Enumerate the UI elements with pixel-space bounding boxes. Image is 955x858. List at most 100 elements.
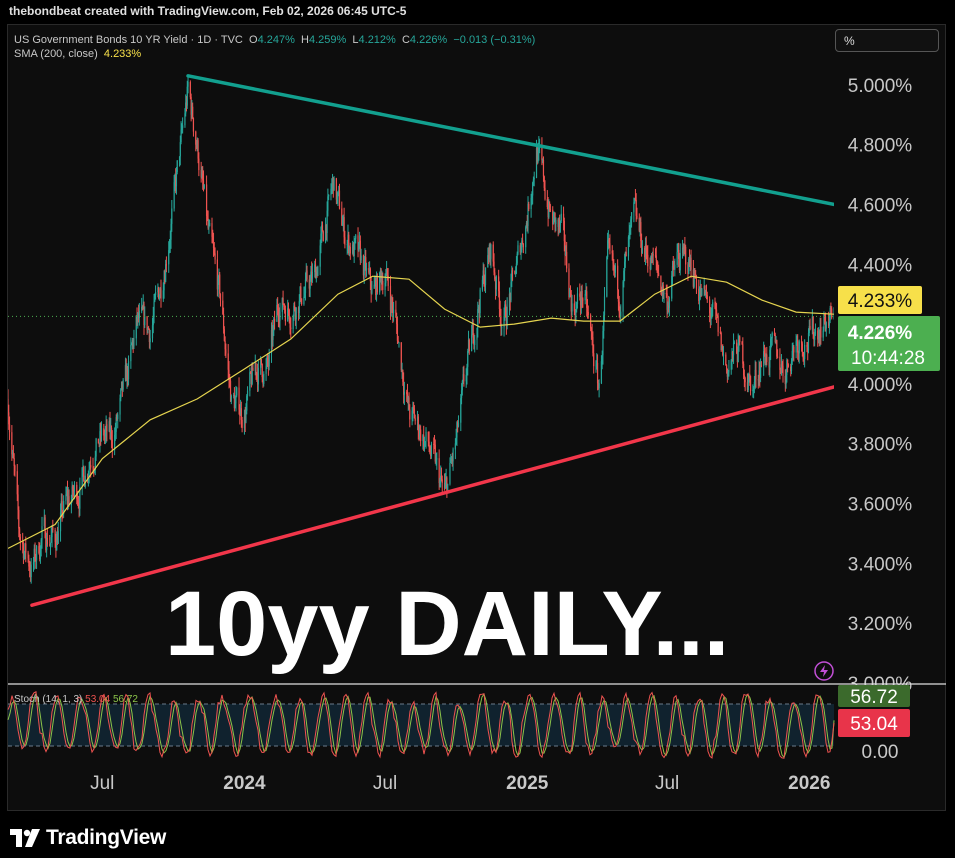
stoch-d-value: 56.72 — [112, 694, 138, 705]
candle-body — [414, 418, 416, 421]
candle-body — [452, 449, 454, 462]
candle-body — [490, 244, 492, 259]
candle-body — [593, 353, 595, 367]
candle-body — [225, 349, 227, 354]
candle-body — [576, 293, 579, 304]
candle-body — [14, 465, 16, 472]
candle-body — [525, 227, 527, 248]
candle-body — [606, 257, 608, 297]
candle-body — [236, 387, 238, 396]
candle-body — [715, 309, 718, 316]
candle-body — [360, 255, 362, 261]
candle-body — [300, 286, 302, 299]
candle-body — [695, 278, 698, 289]
candle-body — [282, 297, 284, 305]
candle-body — [317, 266, 319, 276]
candle-body — [260, 359, 263, 364]
candle-body — [655, 255, 657, 261]
tradingview-logo[interactable]: TradingView — [10, 826, 166, 850]
x-tick-label: 2025 — [506, 773, 549, 794]
legend-change: −0.013 (−0.31%) — [453, 34, 536, 46]
candle-body — [304, 279, 307, 293]
candle-body — [457, 422, 460, 427]
candle-body — [544, 187, 546, 200]
y-tick-label: 3.400% — [848, 554, 913, 575]
candle-body — [749, 375, 752, 392]
candle-body — [309, 281, 311, 289]
candle-body — [154, 292, 157, 296]
candle-body — [257, 367, 259, 385]
candle-body — [782, 365, 784, 376]
candle-body — [25, 543, 27, 553]
x-axis: Jul 2024 Jul 2025 Jul 2026 — [90, 773, 830, 794]
stoch-legend: Stoch (14, 1, 3) 53.04 56.72 — [14, 693, 138, 707]
candle-body — [787, 364, 790, 367]
candle-body — [793, 346, 795, 353]
candle-body — [19, 537, 21, 541]
candle-body — [463, 374, 465, 382]
candles-layer — [8, 76, 834, 584]
legend-high-value: 4.259% — [308, 34, 347, 46]
candle-body — [403, 391, 405, 395]
candle-body — [255, 363, 257, 374]
candle-body — [798, 341, 800, 354]
candle-body — [219, 274, 221, 294]
y-tick-label: 5.000% — [848, 76, 913, 97]
candle-body — [171, 208, 173, 224]
stoch-zero-tick: 0.00 — [862, 742, 899, 763]
candle-body — [144, 316, 146, 326]
candle-body — [814, 330, 817, 335]
candle-body — [566, 251, 568, 269]
candle-body — [311, 271, 314, 279]
legend-open-value: 4.247% — [257, 34, 295, 46]
y-tick-label: 4.400% — [848, 255, 913, 276]
candle-body — [467, 350, 469, 367]
candle-body — [511, 270, 514, 272]
candle-body — [52, 526, 54, 530]
scale-mode-button[interactable]: % — [835, 29, 939, 52]
candle-body — [252, 367, 254, 371]
candle-body — [18, 509, 20, 529]
candle-body — [739, 336, 741, 343]
candle-body — [176, 160, 178, 172]
candle-body — [598, 383, 600, 389]
candle-body — [809, 325, 811, 330]
candle-body — [449, 462, 451, 484]
candle-body — [88, 469, 90, 476]
legend-close-label: C — [401, 34, 410, 46]
last-price-badge-text: 4.226% — [848, 323, 913, 344]
y-tick-label: 3.600% — [848, 495, 913, 516]
candle-body — [209, 223, 211, 227]
stoch-pane: 0.00 — [7, 683, 946, 763]
candle-body — [203, 184, 205, 189]
candle-body — [625, 251, 627, 257]
candle-body — [365, 268, 368, 271]
candle-body — [712, 302, 714, 308]
candle-body — [471, 334, 473, 352]
candle-body — [825, 322, 827, 329]
candle-body — [30, 564, 32, 578]
candle-body — [138, 311, 140, 319]
price-chart[interactable]: 3.000%3.200%3.400%3.600%3.800%4.000%4.20… — [0, 0, 955, 812]
candle-body — [230, 395, 232, 402]
lightning-icon[interactable] — [814, 661, 834, 681]
candle-body — [49, 542, 52, 546]
candle-body — [187, 82, 189, 87]
candle-body — [295, 307, 297, 320]
candle-body — [820, 326, 822, 338]
candle-body — [430, 443, 433, 457]
legend-symbol: US Government Bonds 10 YR Yield · 1D · T… — [14, 34, 243, 46]
candle-body — [674, 264, 676, 270]
y-axis: 3.000%3.200%3.400%3.600%3.800%4.000%4.20… — [848, 76, 913, 695]
candle-body — [522, 243, 524, 248]
candle-body — [349, 246, 351, 254]
candle-body — [603, 296, 606, 316]
candle-body — [804, 344, 806, 360]
candle-body — [663, 293, 665, 295]
candle-body — [542, 159, 545, 177]
x-tick-label: Jul — [90, 773, 114, 794]
candle-body — [717, 315, 719, 332]
candle-body — [425, 431, 427, 442]
candle-body — [522, 240, 524, 244]
candle-body — [106, 424, 108, 432]
